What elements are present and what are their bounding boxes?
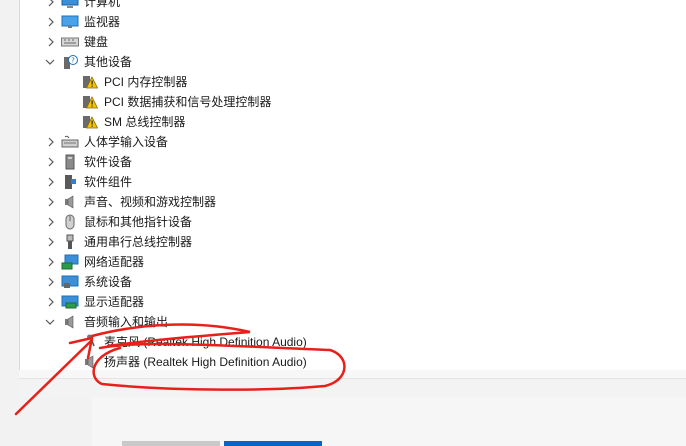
tree-item-speaker[interactable]: 扬声器 (Realtek High Definition Audio): [81, 352, 307, 372]
usb-icon: [61, 234, 79, 250]
tree-item-computer[interactable]: 计算机: [47, 0, 120, 12]
chevron-right-icon[interactable]: [45, 276, 57, 288]
chevron-right-icon[interactable]: [45, 0, 57, 8]
tree-item-label: 麦克风 (Realtek High Definition Audio): [104, 335, 307, 349]
network-icon: [61, 254, 79, 270]
microphone-icon: [81, 334, 99, 350]
tree-item-pci-data-capture-controller[interactable]: PCI 数据捕获和信号处理控制器: [81, 92, 271, 112]
tree-item-hid[interactable]: 人体学输入设备: [47, 132, 168, 152]
software-device-icon: [61, 154, 79, 170]
tree-item-label: 系统设备: [84, 275, 133, 289]
tree-item-sm-bus-controller[interactable]: SM 总线控制器: [81, 112, 185, 132]
chevron-right-icon[interactable]: [45, 136, 57, 148]
tree-item-label: 软件设备: [84, 155, 133, 169]
speaker-icon: [61, 314, 79, 330]
chevron-right-icon[interactable]: [45, 176, 57, 188]
tree-item-label: 监视器: [84, 15, 121, 29]
tree-item-system-devices[interactable]: 系统设备: [47, 272, 132, 292]
tree-item-label: 声音、视频和游戏控制器: [84, 195, 217, 209]
hid-icon: [61, 134, 79, 150]
tree-item-label: 扬声器 (Realtek High Definition Audio): [104, 355, 307, 369]
chevron-right-icon[interactable]: [45, 296, 57, 308]
tree-item-software-devices[interactable]: 软件设备: [47, 152, 132, 172]
unknown-device-icon: ?: [61, 54, 79, 70]
tree-item-label: 网络适配器: [84, 255, 145, 269]
chevron-right-icon[interactable]: [45, 236, 57, 248]
tree-item-label: PCI 内存控制器: [104, 75, 188, 89]
tree-item-monitor[interactable]: 监视器: [47, 12, 120, 32]
tree-item-label: 显示适配器: [84, 295, 145, 309]
tree-item-network-adapters[interactable]: 网络适配器: [47, 252, 144, 272]
warning-device-icon: [81, 114, 99, 130]
tree-item-label: 键盘: [84, 35, 109, 49]
tree-item-label: 计算机: [84, 0, 121, 9]
tree-item-label: 人体学输入设备: [84, 135, 169, 149]
status-bar: [19, 378, 686, 398]
taskbar-item[interactable]: [122, 441, 220, 446]
chevron-right-icon[interactable]: [45, 16, 57, 28]
monitor-icon: [61, 14, 79, 30]
warning-device-icon: [81, 74, 99, 90]
background-strip: [92, 397, 686, 446]
chevron-right-icon[interactable]: [45, 36, 57, 48]
tree-item-mouse[interactable]: 鼠标和其他指针设备: [47, 212, 192, 232]
tree-item-display-adapters[interactable]: 显示适配器: [47, 292, 144, 312]
tree-item-label: 鼠标和其他指针设备: [84, 215, 193, 229]
tree-item-sound-video-game[interactable]: 声音、视频和游戏控制器: [47, 192, 216, 212]
tree-item-label: 通用串行总线控制器: [84, 235, 193, 249]
chevron-down-icon[interactable]: [44, 56, 56, 68]
device-manager-window: 计算机 监视器 键盘 ? 其他设备 PCI 内存控制器 PCI 数据捕获和信号处…: [19, 0, 686, 398]
taskbar-item-active[interactable]: [224, 441, 322, 446]
background-panel: [0, 397, 92, 446]
software-component-icon: [61, 174, 79, 190]
tree-item-label: PCI 数据捕获和信号处理控制器: [104, 95, 272, 109]
computer-icon: [61, 0, 79, 10]
tree-item-pci-memory-controller[interactable]: PCI 内存控制器: [81, 72, 187, 92]
display-adapter-icon: [61, 294, 79, 310]
tree-item-usb-controllers[interactable]: 通用串行总线控制器: [47, 232, 192, 252]
chevron-right-icon[interactable]: [45, 196, 57, 208]
mouse-icon: [61, 214, 79, 230]
tree-item-label: 软件组件: [84, 175, 133, 189]
tree-item-label: 音频输入和输出: [84, 315, 169, 329]
system-device-icon: [61, 274, 79, 290]
tree-item-keyboard[interactable]: 键盘: [47, 32, 108, 52]
speaker-icon: [81, 354, 99, 370]
svg-text:?: ?: [71, 57, 75, 65]
tree-item-audio-io[interactable]: 音频输入和输出: [44, 312, 169, 332]
keyboard-icon: [61, 34, 79, 50]
chevron-right-icon[interactable]: [45, 216, 57, 228]
tree-item-label: SM 总线控制器: [104, 115, 186, 129]
tree-item-other-devices[interactable]: ? 其他设备: [44, 52, 133, 72]
tree-item-label: 其他设备: [84, 55, 133, 69]
tree-item-software-components[interactable]: 软件组件: [47, 172, 132, 192]
chevron-down-icon[interactable]: [44, 316, 56, 328]
chevron-right-icon[interactable]: [45, 156, 57, 168]
speaker-icon: [61, 194, 79, 210]
chevron-right-icon[interactable]: [45, 256, 57, 268]
tree-item-microphone[interactable]: 麦克风 (Realtek High Definition Audio): [81, 332, 307, 352]
warning-device-icon: [81, 94, 99, 110]
